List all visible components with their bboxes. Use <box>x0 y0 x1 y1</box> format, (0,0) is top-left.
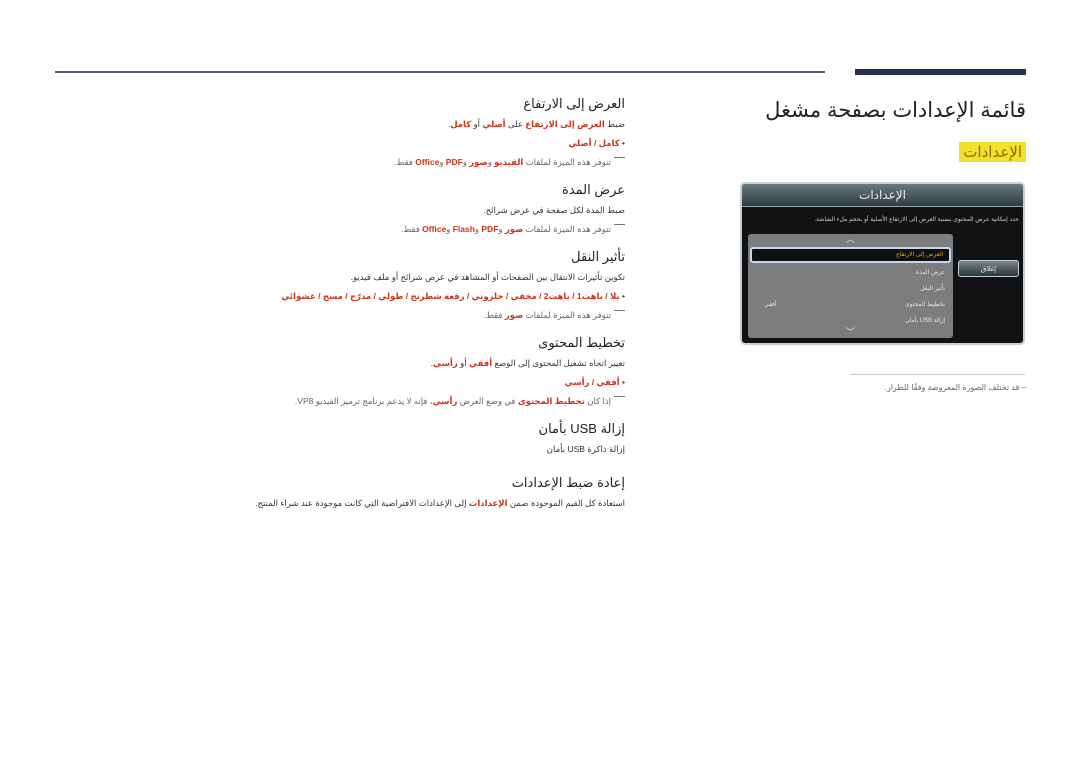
note-dash-icon <box>614 310 625 311</box>
section-safely-remove-usb: إزالة USB بأمان إزالة ذاكرة USB بأمان <box>225 421 625 455</box>
highlight: Office <box>415 157 440 167</box>
text: ، فإنه لا يدعم برنامج ترميز الفيديو VP8. <box>294 396 433 406</box>
settings-descriptions: العرض إلى الارتفاع ضبط العرض إلى الارتفا… <box>225 96 625 523</box>
options-list: • بلا / باهت1 / باهت2 / مخفي / حلزوني / … <box>225 291 625 302</box>
highlight: صور <box>469 157 488 167</box>
text: فقط. <box>394 157 416 167</box>
chevron-down-icon[interactable]: ﹀ <box>748 328 953 337</box>
section-note: إذا كان تخطيط المحتوى في وضع العرض رأسي،… <box>225 396 625 407</box>
section-description: تغيير اتجاه تشغيل المحتوى إلى الوضع أفقي… <box>225 358 625 369</box>
highlight: أفقي <box>468 358 493 368</box>
section-title: عرض المدة <box>562 182 625 197</box>
section-title: إزالة USB بأمان <box>538 421 625 436</box>
header-accent-bar <box>855 69 1026 75</box>
menu-item-label: العرض إلى الارتفاع <box>896 252 943 258</box>
image-disclaimer: – قد تختلف الصورة المعروضة وفقًا للطراز. <box>884 383 1026 392</box>
text: في وضع العرض <box>457 396 518 406</box>
text: تتوفر هذه الميزة لملفات <box>523 310 611 320</box>
bullet-icon: • <box>619 377 625 387</box>
text: أو <box>457 358 469 368</box>
highlight: صور <box>504 224 524 234</box>
section-description: تكوين تأثيرات الانتقال بين الصفحات أو ال… <box>350 272 625 282</box>
menu-item-transition-effect[interactable]: تأثير النقل <box>750 281 951 297</box>
text: فقط. <box>401 224 423 234</box>
menu-item-label: تخطيط المحتوى <box>904 302 945 308</box>
text: استعادة كل القيم الموجودة ضمن <box>507 498 625 508</box>
highlight: الفيديو <box>494 157 524 167</box>
section-description: إزالة ذاكرة USB بأمان <box>546 444 625 454</box>
text: على <box>505 119 526 129</box>
page-title: قائمة الإعدادات بصفحة مشغل <box>765 99 1026 122</box>
section-note: تتوفر هذه الميزة لملفات الفيديو وصور وPD… <box>225 157 625 168</box>
highlight: تخطيط المحتوى <box>517 396 585 406</box>
text: تغيير اتجاه تشغيل المحتوى إلى الوضع <box>492 358 626 368</box>
bullet-icon: • <box>619 291 625 301</box>
text: تتوفر هذه الميزة لملفات <box>523 224 611 234</box>
menu-item-display-duration[interactable]: عرض المدة <box>750 265 951 281</box>
highlight: PDF <box>481 224 499 234</box>
options-text: أفقي / رأسي <box>564 377 620 387</box>
menu-item-label: تأثير النقل <box>920 286 945 292</box>
highlight: صور <box>504 310 524 320</box>
section-title: العرض إلى الارتفاع <box>523 96 625 111</box>
menu-item-value: أفقي <box>764 302 777 308</box>
section-reset-settings: إعادة ضبط الإعدادات استعادة كل القيم الم… <box>225 475 625 509</box>
section-title: تخطيط المحتوى <box>538 335 625 350</box>
settings-dialog: الإعدادات حدد إمكانية عرض المحتوى بنسبة … <box>740 182 1025 345</box>
bullet-icon: • <box>619 138 625 148</box>
highlight: Office <box>422 224 447 234</box>
chevron-up-icon[interactable]: ︿ <box>748 235 953 244</box>
dialog-description: حدد إمكانية عرض المحتوى بنسبة العرض إلى … <box>814 217 1019 223</box>
section-title: تأثير النقل <box>571 249 625 264</box>
note-dash-icon <box>614 157 625 158</box>
highlight: العرض إلى الارتفاع <box>525 119 605 129</box>
note-dash-icon <box>614 396 625 397</box>
menu-item-aspect-ratio[interactable]: العرض إلى الارتفاع <box>750 247 951 263</box>
section-note: تتوفر هذه الميزة لملفات صور فقط. <box>225 310 625 321</box>
close-button[interactable]: إغلاق <box>958 260 1019 277</box>
options-text: بلا / باهت1 / باهت2 / مخفي / حلزوني / رق… <box>281 291 620 301</box>
highlight: أصلي <box>482 119 506 129</box>
menu-item-content-orientation[interactable]: تخطيط المحتوى أفقي <box>750 297 951 313</box>
section-title: إعادة ضبط الإعدادات <box>511 475 625 490</box>
section-transition-effect: تأثير النقل تكوين تأثيرات الانتقال بين ا… <box>225 249 625 321</box>
highlight: رأسي <box>432 358 458 368</box>
highlight: PDF <box>445 157 463 167</box>
text: إلى الإعدادات الافتراضية التي كانت موجود… <box>255 498 469 508</box>
options-list: • كامل / أصلي <box>225 138 625 149</box>
highlight: الإعدادات <box>468 498 508 508</box>
menu-item-label: عرض المدة <box>915 270 945 276</box>
section-description: استعادة كل القيم الموجودة ضمن الإعدادات … <box>225 498 625 509</box>
text: فقط. <box>483 310 505 320</box>
dialog-menu-list: ︿ العرض إلى الارتفاع عرض المدة تأثير الن… <box>748 234 953 338</box>
highlight: رأسي <box>432 396 458 406</box>
text: تتوفر هذه الميزة لملفات <box>523 157 611 167</box>
options-text: كامل / أصلي <box>568 138 620 148</box>
menu-item-label: إزالة USB بأمان <box>905 318 945 324</box>
section-description: ضبط العرض إلى الارتفاع على أصلي أو كامل. <box>225 119 625 130</box>
header-rule <box>55 71 825 73</box>
text: ضبط <box>604 119 625 129</box>
note-divider <box>850 374 1025 375</box>
section-aspect-ratio: العرض إلى الارتفاع ضبط العرض إلى الارتفا… <box>225 96 625 168</box>
highlight: كامل <box>450 119 472 129</box>
section-content-orientation: تخطيط المحتوى تغيير اتجاه تشغيل المحتوى … <box>225 335 625 407</box>
section-tag: الإعدادات <box>959 142 1026 162</box>
dialog-title: الإعدادات <box>742 184 1023 207</box>
highlight: Flash <box>452 224 475 234</box>
note-dash-icon <box>614 224 625 225</box>
text: أو <box>471 119 483 129</box>
section-display-duration: عرض المدة ضبط المدة لكل صفحة في عرض شرائ… <box>225 182 625 235</box>
options-list: • أفقي / رأسي <box>225 377 625 388</box>
text: إذا كان <box>584 396 611 406</box>
section-description: ضبط المدة لكل صفحة في عرض شرائح. <box>483 205 625 215</box>
section-note: تتوفر هذه الميزة لملفات صور وPDF وFlash … <box>225 224 625 235</box>
